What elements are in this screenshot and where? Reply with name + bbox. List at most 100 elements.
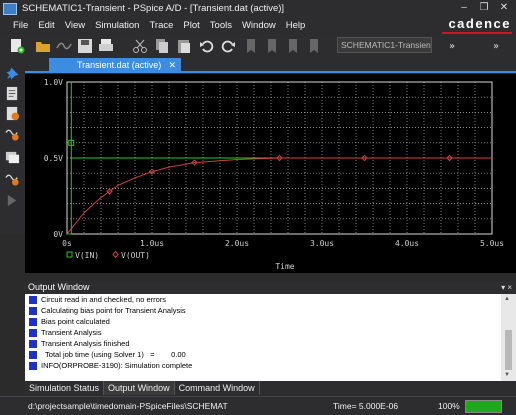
output-window-header: Output Window ▾ × xyxy=(25,281,516,294)
x-tick-label: 5.0us xyxy=(480,239,504,248)
x-axis-label: Time xyxy=(275,262,294,271)
tab-output-window[interactable]: Output Window xyxy=(104,381,175,395)
simulation-profile-select[interactable]: SCHEMATIC1-Transient xyxy=(337,37,432,53)
log-line: INFO(ORPROBE-3190): Simulation complete xyxy=(25,360,501,371)
bookmark-clear-icon[interactable] xyxy=(306,38,322,54)
tab-simulation-status[interactable]: Simulation Status xyxy=(25,381,105,395)
menu-tools[interactable]: Tools xyxy=(205,20,237,31)
log-line: Bias point calculated xyxy=(25,316,501,327)
new-file-icon[interactable] xyxy=(9,38,25,54)
cut-icon[interactable] xyxy=(132,38,148,54)
x-tick-label: 2.0us xyxy=(225,239,249,248)
log-line: Transient Analysis xyxy=(25,327,501,338)
output-tabs: Simulation Status Output Window Command … xyxy=(25,381,516,395)
windows-icon[interactable] xyxy=(5,150,20,165)
menu-view[interactable]: View xyxy=(60,20,90,31)
minimize-button[interactable]: – xyxy=(454,1,474,15)
menu-window[interactable]: Window xyxy=(237,20,281,31)
left-tool-strip xyxy=(0,58,25,235)
svg-text:»: » xyxy=(449,41,455,52)
bookmark-next-icon[interactable] xyxy=(285,38,301,54)
menu-plot[interactable]: Plot xyxy=(178,20,204,31)
log-info-icon xyxy=(29,317,37,326)
status-file-path: d:\projectsample\timedomain-PSpiceFiles\… xyxy=(28,401,228,411)
simulation-progress-bar xyxy=(465,400,502,413)
tab-transient-dat[interactable]: Transient.dat (active) ✕ xyxy=(49,58,181,73)
toolbar-overflow-icon[interactable]: » xyxy=(446,38,462,54)
scroll-down-icon[interactable]: ▼ xyxy=(504,372,510,378)
menu-help[interactable]: Help xyxy=(281,20,311,31)
open-folder-icon[interactable] xyxy=(35,38,51,54)
run-disabled-icon[interactable] xyxy=(5,193,20,208)
print-icon[interactable] xyxy=(98,38,114,54)
bookmark-icon[interactable] xyxy=(243,38,259,54)
scroll-up-icon[interactable]: ▲ xyxy=(504,296,510,302)
run-simulation-icon[interactable] xyxy=(5,106,20,121)
log-text: Calculating bias point for Transient Ana… xyxy=(41,306,186,315)
save-icon[interactable] xyxy=(77,38,93,54)
pspice-app-icon xyxy=(3,2,17,15)
log-info-icon xyxy=(29,350,37,359)
y-tick-label: 0.5V xyxy=(44,154,63,163)
window-controls: – ❐ ✕ xyxy=(454,1,514,15)
x-tick-label: 0s xyxy=(62,239,72,248)
status-bar: d:\projectsample\timedomain-PSpiceFiles\… xyxy=(0,396,516,415)
open-waveform-icon[interactable] xyxy=(56,38,72,54)
redo-icon[interactable] xyxy=(220,38,236,54)
output-window-title: Output Window xyxy=(28,282,90,292)
window-title: SCHEMATIC1-Transient - PSpice A/D - [Tra… xyxy=(22,3,285,14)
log-text: Bias point calculated xyxy=(41,317,110,326)
output-scrollbar[interactable]: ▲ ▼ xyxy=(501,294,516,381)
log-info-icon xyxy=(29,361,37,370)
undo-icon[interactable] xyxy=(199,38,215,54)
log-line: Transient Analysis finished xyxy=(25,338,501,349)
log-text: Circuit read in and checked, no errors xyxy=(41,295,167,304)
toolbar: » » xyxy=(0,34,516,58)
restore-button[interactable]: ❐ xyxy=(474,1,494,15)
waveform-chart[interactable]: 0s 1.0us 2.0us 3.0us 4.0us 5.0us 0V 0.5V 1.0V T… xyxy=(25,74,516,273)
x-tick-label: 1.0us xyxy=(140,239,164,248)
tab-command-window[interactable]: Command Window xyxy=(175,381,260,395)
legend-label: V(IN) xyxy=(75,251,99,260)
log-text: Transient Analysis xyxy=(41,328,102,337)
paste-icon[interactable] xyxy=(176,38,192,54)
log-line: Circuit read in and checked, no errors xyxy=(25,294,501,305)
output-window-log[interactable]: Circuit read in and checked, no errors Ca… xyxy=(25,294,501,381)
toolbar-overflow-icon-2[interactable]: » xyxy=(490,38,506,54)
menu-simulation[interactable]: Simulation xyxy=(90,20,144,31)
log-info-icon xyxy=(29,328,37,337)
waveform-run-icon[interactable] xyxy=(5,126,20,141)
close-button[interactable]: ✕ xyxy=(494,1,514,15)
tab-close-icon[interactable]: ✕ xyxy=(168,58,176,73)
log-text: INFO(ORPROBE-3190): Simulation complete xyxy=(41,361,193,370)
log-text: Transient Analysis finished xyxy=(41,339,130,348)
copy-icon[interactable] xyxy=(154,38,170,54)
tab-label: Transient.dat (active) xyxy=(77,60,162,70)
log-line: Calculating bias point for Transient Ana… xyxy=(25,305,501,316)
menu-bar: File Edit View Simulation Trace Plot Too… xyxy=(0,17,516,33)
log-text: Total job time (using Solver 1) = 0.00 xyxy=(41,350,186,359)
pin-icon[interactable] xyxy=(5,66,20,81)
log-info-icon xyxy=(29,339,37,348)
document-tab-strip: Transient.dat (active) ✕ xyxy=(25,58,516,73)
simulation-settings-icon[interactable] xyxy=(5,86,20,101)
log-info-icon xyxy=(29,306,37,315)
menu-trace[interactable]: Trace xyxy=(144,20,178,31)
title-bar: SCHEMATIC1-Transient - PSpice A/D - [Tra… xyxy=(0,0,516,17)
x-tick-label: 3.0us xyxy=(310,239,334,248)
status-percent: 100% xyxy=(438,401,460,411)
menu-file[interactable]: File xyxy=(0,20,33,31)
y-tick-label: 0V xyxy=(53,230,63,239)
probe-settings-icon[interactable] xyxy=(5,171,20,186)
y-tick-label: 1.0V xyxy=(44,78,63,87)
cadence-logo: cadence xyxy=(448,16,511,31)
output-window-controls[interactable]: ▾ × xyxy=(501,281,512,294)
svg-text:»: » xyxy=(493,41,499,52)
status-sim-time: Time= 5.000E-06 xyxy=(333,401,399,411)
bookmark-prev-icon[interactable] xyxy=(264,38,280,54)
scrollbar-thumb[interactable] xyxy=(505,330,512,370)
log-line: Total job time (using Solver 1) = 0.00 xyxy=(25,349,501,360)
progress-fill xyxy=(466,401,501,412)
probe-plot-window[interactable]: 0s 1.0us 2.0us 3.0us 4.0us 5.0us 0V 0.5V 1.0V T… xyxy=(25,74,516,273)
menu-edit[interactable]: Edit xyxy=(33,20,59,31)
